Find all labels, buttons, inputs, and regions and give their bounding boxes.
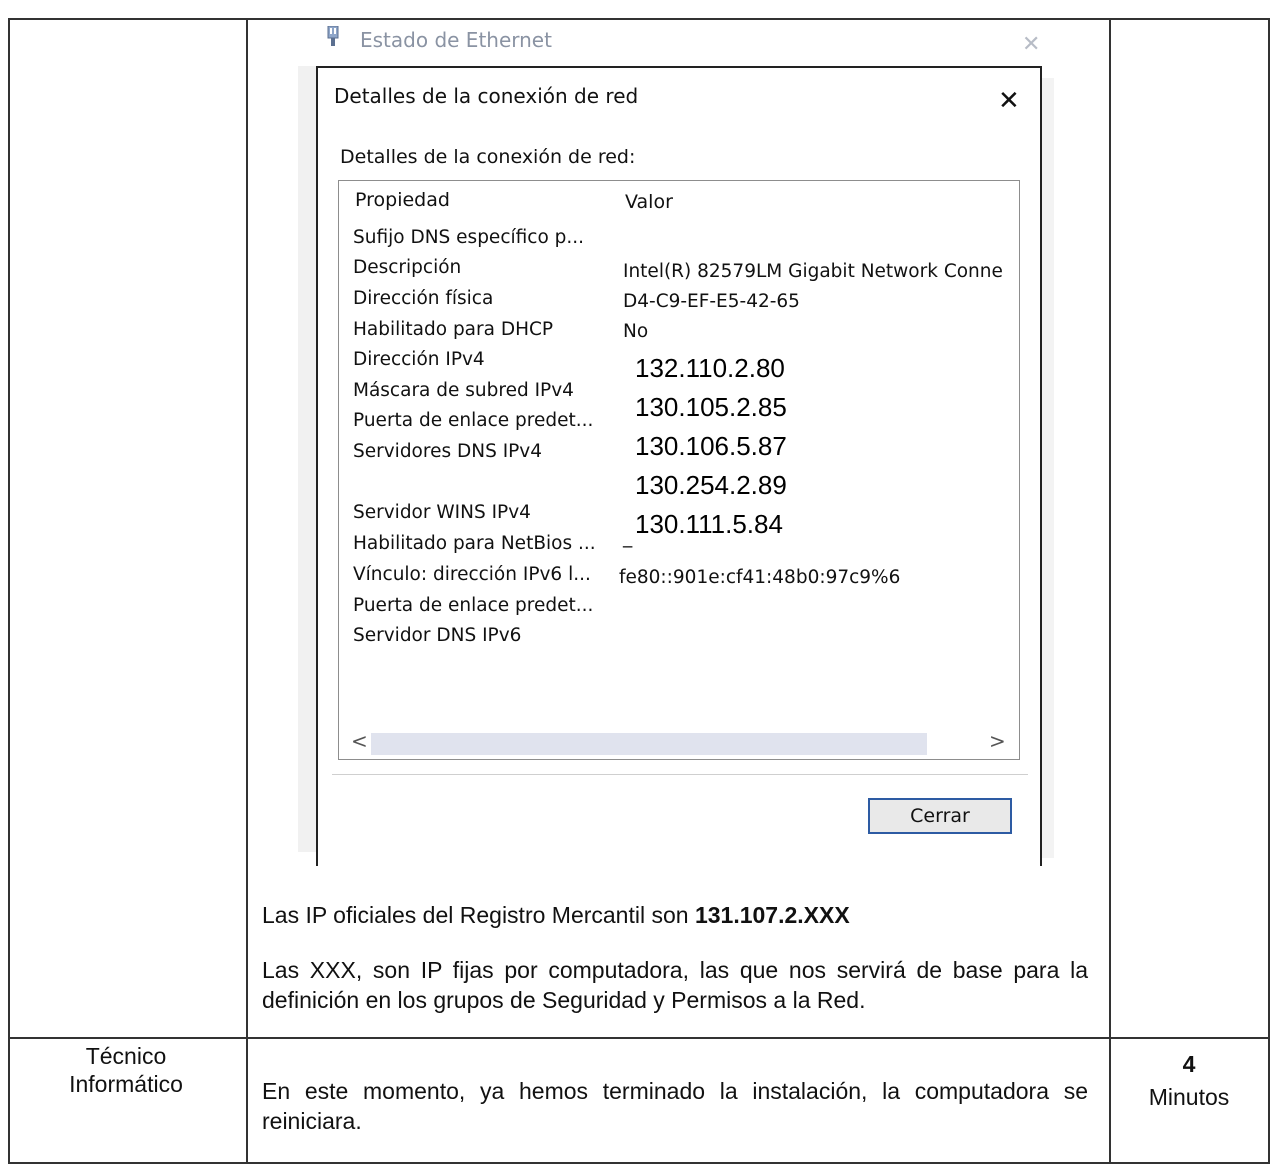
table-col-divider-2 <box>1109 18 1111 1164</box>
scroll-right-icon[interactable]: > <box>989 729 1006 753</box>
table-left-border <box>8 18 10 1164</box>
horizontal-scrollbar[interactable]: < > <box>341 727 1017 757</box>
ip-overlay-value: 130.106.5.87 <box>635 431 787 461</box>
ip-overlay-value: 130.105.2.85 <box>635 392 787 422</box>
row-property[interactable]: Servidor WINS IPv4 <box>353 502 531 523</box>
table-right-border <box>1268 18 1270 1164</box>
row-property[interactable]: Sufijo DNS específico p... <box>353 227 584 248</box>
xxx-paragraph: Las XXX, son IP fijas por computadora, l… <box>262 957 1088 1013</box>
ip-overlay-value: 132.110.2.80 <box>635 353 785 383</box>
scroll-thumb[interactable] <box>371 733 927 755</box>
ip-overlay-value: 130.111.5.84 <box>635 509 783 539</box>
dialog-right-edge <box>1040 78 1054 858</box>
row-property[interactable]: Servidor DNS IPv6 <box>353 625 521 646</box>
ip-range: 131.107.2.XXX <box>694 902 850 928</box>
row-property[interactable]: Descripción <box>353 257 461 278</box>
row-property[interactable]: Puerta de enlace predet... <box>353 410 593 431</box>
row-value: fe80::901e:cf41:48b0:97c9%6 <box>619 567 901 588</box>
row-property[interactable]: Servidores DNS IPv4 <box>353 441 542 462</box>
table-row-divider <box>8 1037 1270 1039</box>
ip-statement-text: Las IP oficiales del Registro Mercantil … <box>262 902 695 928</box>
column-header-value[interactable]: Valor <box>625 191 673 213</box>
table-col-divider-1 <box>246 18 248 1164</box>
time-number: 4 <box>1182 1051 1196 1077</box>
time-unit: Minutos <box>1148 1084 1230 1110</box>
dialog-shadow <box>298 66 316 852</box>
background-close-icon[interactable]: ✕ <box>1022 32 1040 57</box>
dialog-title: Detalles de la conexión de red <box>334 84 639 108</box>
network-details-dialog: Detalles de la conexión de red ✕ Detalle… <box>316 66 1042 866</box>
row-value: Intel(R) 82579LM Gigabit Network Conne <box>623 261 1003 282</box>
row-property[interactable]: Habilitado para NetBios ... <box>353 533 596 554</box>
ip-statement: Las IP oficiales del Registro Mercantil … <box>262 900 1092 930</box>
installation-complete-text: En este momento, ya hemos terminado la i… <box>262 1078 1088 1134</box>
dialog-close-icon[interactable]: ✕ <box>998 86 1020 116</box>
row-property[interactable]: Habilitado para DHCP <box>353 319 553 340</box>
row-property[interactable]: Puerta de enlace predet... <box>353 595 593 616</box>
role-cell: Técnico Informático <box>69 1043 183 1097</box>
close-button[interactable]: Cerrar <box>868 798 1012 834</box>
ip-overlay-value: 130.254.2.89 <box>635 470 787 500</box>
table-bottom-border <box>8 1162 1270 1164</box>
scroll-left-icon[interactable]: < <box>351 729 368 753</box>
row-value: _ <box>623 527 633 548</box>
column-header-property[interactable]: Propiedad <box>355 189 450 211</box>
row-value: No <box>623 321 649 342</box>
table-top-border <box>8 18 1270 20</box>
row-property[interactable]: Dirección IPv4 <box>353 349 485 370</box>
background-window-title: Estado de Ethernet <box>360 28 552 52</box>
row-property[interactable]: Dirección física <box>353 288 493 309</box>
dialog-separator <box>332 774 1028 775</box>
row-property[interactable]: Máscara de subred IPv4 <box>353 380 574 401</box>
row-value: D4-C9-EF-E5-42-65 <box>623 291 800 312</box>
details-list[interactable]: Propiedad Valor Sufijo DNS específico p.… <box>338 180 1020 760</box>
row-property[interactable]: Vínculo: dirección IPv6 l... <box>353 564 591 585</box>
network-adapter-icon <box>327 26 339 46</box>
section-label: Detalles de la conexión de red: <box>340 146 636 168</box>
